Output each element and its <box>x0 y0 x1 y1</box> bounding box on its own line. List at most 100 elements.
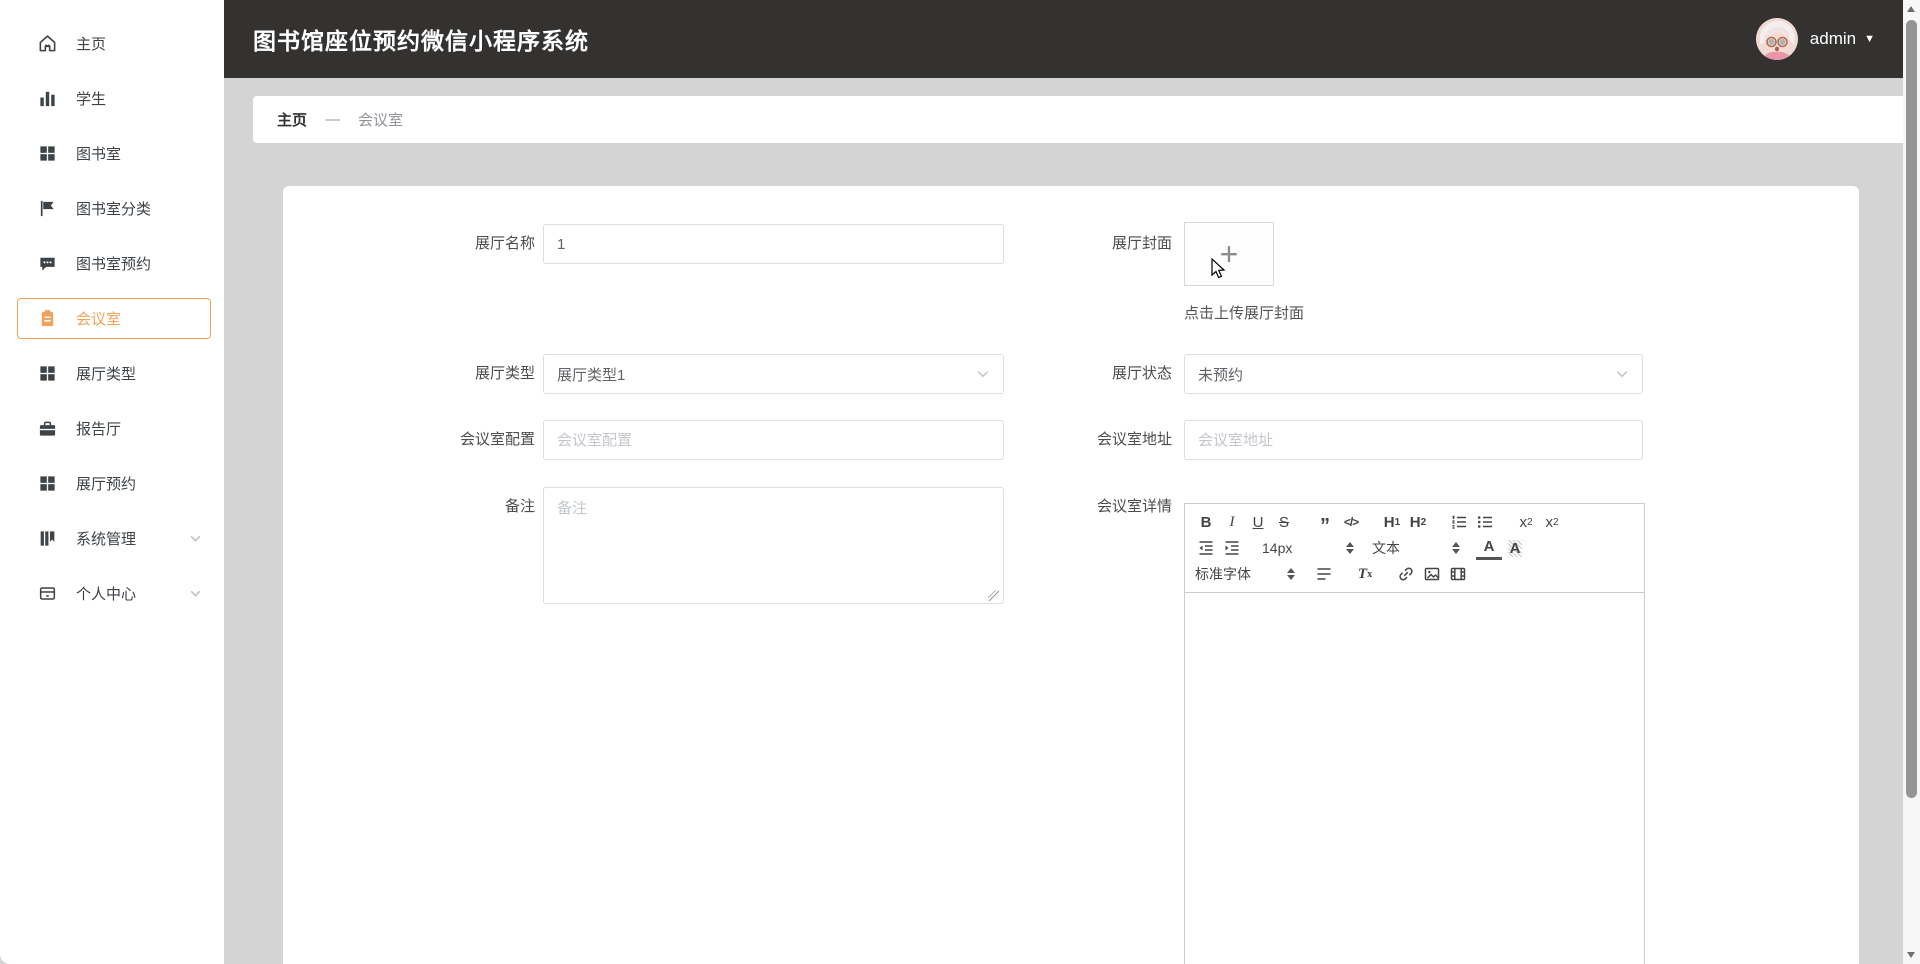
header-2-button[interactable]: H2 <box>1405 510 1431 534</box>
hall-name-input[interactable] <box>543 224 1004 264</box>
sidebar-item-hall-booking[interactable]: 展厅预约 <box>0 456 224 511</box>
blockquote-button[interactable]: ” <box>1312 510 1338 536</box>
page: 主页 学生 图书室 图书室分类 图书室预约 会议室 展厅类型 报告厅 展厅预约 … <box>0 0 1920 964</box>
sidebar-item-label: 报告厅 <box>76 421 122 438</box>
breadcrumb-separator: — <box>325 111 341 128</box>
font-size-value: 14px <box>1262 540 1293 556</box>
sidebar-item-label: 学生 <box>76 91 107 108</box>
rich-text-editor: B I U S ” </> H1 H2 x 2 x 2 14px 文本 A A … <box>1184 503 1645 964</box>
bold-button[interactable]: B <box>1193 510 1219 534</box>
hall-cover-label: 展厅封面 <box>1111 235 1172 252</box>
sidebar: 主页 学生 图书室 图书室分类 图书室预约 会议室 展厅类型 报告厅 展厅预约 … <box>0 0 224 964</box>
form-card: 展厅名称 展厅封面 + 点击上传展厅封面 展厅类型 展厅类型1 展厅状态 未预约… <box>283 186 1859 964</box>
hall-status-select[interactable]: 未预约 <box>1184 354 1643 394</box>
font-family-picker[interactable]: 标准字体 <box>1193 564 1297 584</box>
flag-icon <box>38 199 57 218</box>
user-menu[interactable]: admin ▼ <box>1755 0 1875 78</box>
sidebar-item-label: 个人中心 <box>76 586 137 603</box>
sidebar-item-label: 图书室分类 <box>76 201 152 218</box>
hall-status-value: 未预约 <box>1198 366 1244 384</box>
background-color-button[interactable]: A <box>1502 536 1528 560</box>
vertical-scrollbar[interactable] <box>1903 0 1920 964</box>
editor-toolbar: B I U S ” </> H1 H2 x 2 x 2 14px 文本 A A … <box>1184 503 1645 593</box>
room-address-label: 会议室地址 <box>1096 431 1172 448</box>
strikethrough-button[interactable]: S <box>1271 510 1297 534</box>
breadcrumb: 主页 — 会议室 <box>253 96 1903 143</box>
top-header: 图书馆座位预约微信小程序系统 admin ▼ <box>224 0 1903 78</box>
underline-button[interactable]: U <box>1245 510 1271 534</box>
scrollbar-thumb[interactable] <box>1906 20 1917 798</box>
avatar <box>1755 18 1798 60</box>
room-address-input[interactable] <box>1184 420 1643 460</box>
room-detail-label: 会议室详情 <box>1096 498 1172 515</box>
sidebar-item-label: 主页 <box>76 36 107 53</box>
id-card-icon <box>38 584 57 603</box>
sidebar-item-label: 系统管理 <box>76 531 137 548</box>
grid-icon <box>38 144 57 163</box>
header-style-picker[interactable]: 文本 <box>1370 538 1462 558</box>
room-config-input[interactable] <box>543 420 1004 460</box>
sidebar-item-label: 展厅预约 <box>76 476 137 493</box>
hall-type-select[interactable]: 展厅类型1 <box>543 354 1004 394</box>
remark-textarea[interactable] <box>543 487 1004 604</box>
scroll-down-arrow[interactable] <box>1907 952 1915 958</box>
scroll-up-arrow[interactable] <box>1907 6 1915 12</box>
font-size-picker[interactable]: 14px <box>1260 540 1356 556</box>
italic-button[interactable]: I <box>1219 510 1245 534</box>
clipboard-icon <box>38 309 57 328</box>
sidebar-item-library-category[interactable]: 图书室分类 <box>0 181 224 236</box>
text-color-button[interactable]: A <box>1476 536 1502 560</box>
chat-icon <box>38 254 57 273</box>
font-family-value: 标准字体 <box>1195 566 1251 582</box>
outdent-icon[interactable] <box>1193 536 1219 560</box>
bullet-list-icon[interactable] <box>1472 510 1498 534</box>
indent-icon[interactable] <box>1219 536 1245 560</box>
sidebar-item-lecture-hall[interactable]: 报告厅 <box>0 401 224 456</box>
bar-chart-icon <box>38 89 57 108</box>
hall-status-label: 展厅状态 <box>1111 365 1172 382</box>
align-icon[interactable] <box>1311 562 1337 586</box>
briefcase-icon <box>38 419 57 438</box>
link-icon[interactable] <box>1393 562 1419 586</box>
ordered-list-icon[interactable] <box>1446 510 1472 534</box>
editor-content-area[interactable] <box>1184 593 1645 964</box>
remark-label: 备注 <box>504 498 535 515</box>
sidebar-item-label: 图书室 <box>76 146 122 163</box>
header-1-button[interactable]: H1 <box>1379 510 1405 534</box>
sidebar-item-library-room[interactable]: 图书室 <box>0 126 224 181</box>
cover-upload-box[interactable]: + <box>1184 222 1274 286</box>
sidebar-item-hall-type[interactable]: 展厅类型 <box>0 346 224 401</box>
chevron-down-icon <box>189 587 202 600</box>
clear-format-button[interactable]: Tx <box>1352 562 1378 586</box>
cover-upload-hint: 点击上传展厅封面 <box>1184 305 1305 322</box>
username: admin <box>1809 29 1857 48</box>
breadcrumb-current: 会议室 <box>358 112 404 129</box>
chevron-down-icon <box>1615 367 1629 381</box>
grid-icon <box>38 474 57 493</box>
picker-arrows-icon <box>1346 542 1354 554</box>
code-block-button[interactable]: </> <box>1338 510 1364 534</box>
hall-name-label: 展厅名称 <box>474 235 535 252</box>
app-title: 图书馆座位预约微信小程序系统 <box>253 28 589 54</box>
textarea-resize-handle[interactable] <box>988 590 999 601</box>
image-icon[interactable] <box>1419 562 1445 586</box>
chevron-down-icon <box>189 532 202 545</box>
sidebar-item-system-management[interactable]: 系统管理 <box>0 511 224 566</box>
sidebar-item-label: 展厅类型 <box>76 366 137 383</box>
sidebar-item-personal-center[interactable]: 个人中心 <box>0 566 224 621</box>
video-icon[interactable] <box>1445 562 1471 586</box>
header-style-value: 文本 <box>1372 540 1400 556</box>
sidebar-item-home[interactable]: 主页 <box>0 16 224 71</box>
library-icon <box>38 529 57 548</box>
room-config-label: 会议室配置 <box>459 431 535 448</box>
user-caret-icon: ▼ <box>1864 33 1875 45</box>
picker-arrows-icon <box>1287 568 1295 580</box>
hall-type-value: 展厅类型1 <box>557 366 626 384</box>
sidebar-item-meeting-room[interactable]: 会议室 <box>0 291 224 346</box>
sidebar-item-library-booking[interactable]: 图书室预约 <box>0 236 224 291</box>
subscript-button[interactable]: x2 <box>1513 510 1539 534</box>
sidebar-item-label: 会议室 <box>76 311 122 328</box>
superscript-button[interactable]: x2 <box>1539 510 1565 534</box>
breadcrumb-home[interactable]: 主页 <box>277 109 307 130</box>
sidebar-item-students[interactable]: 学生 <box>0 71 224 126</box>
